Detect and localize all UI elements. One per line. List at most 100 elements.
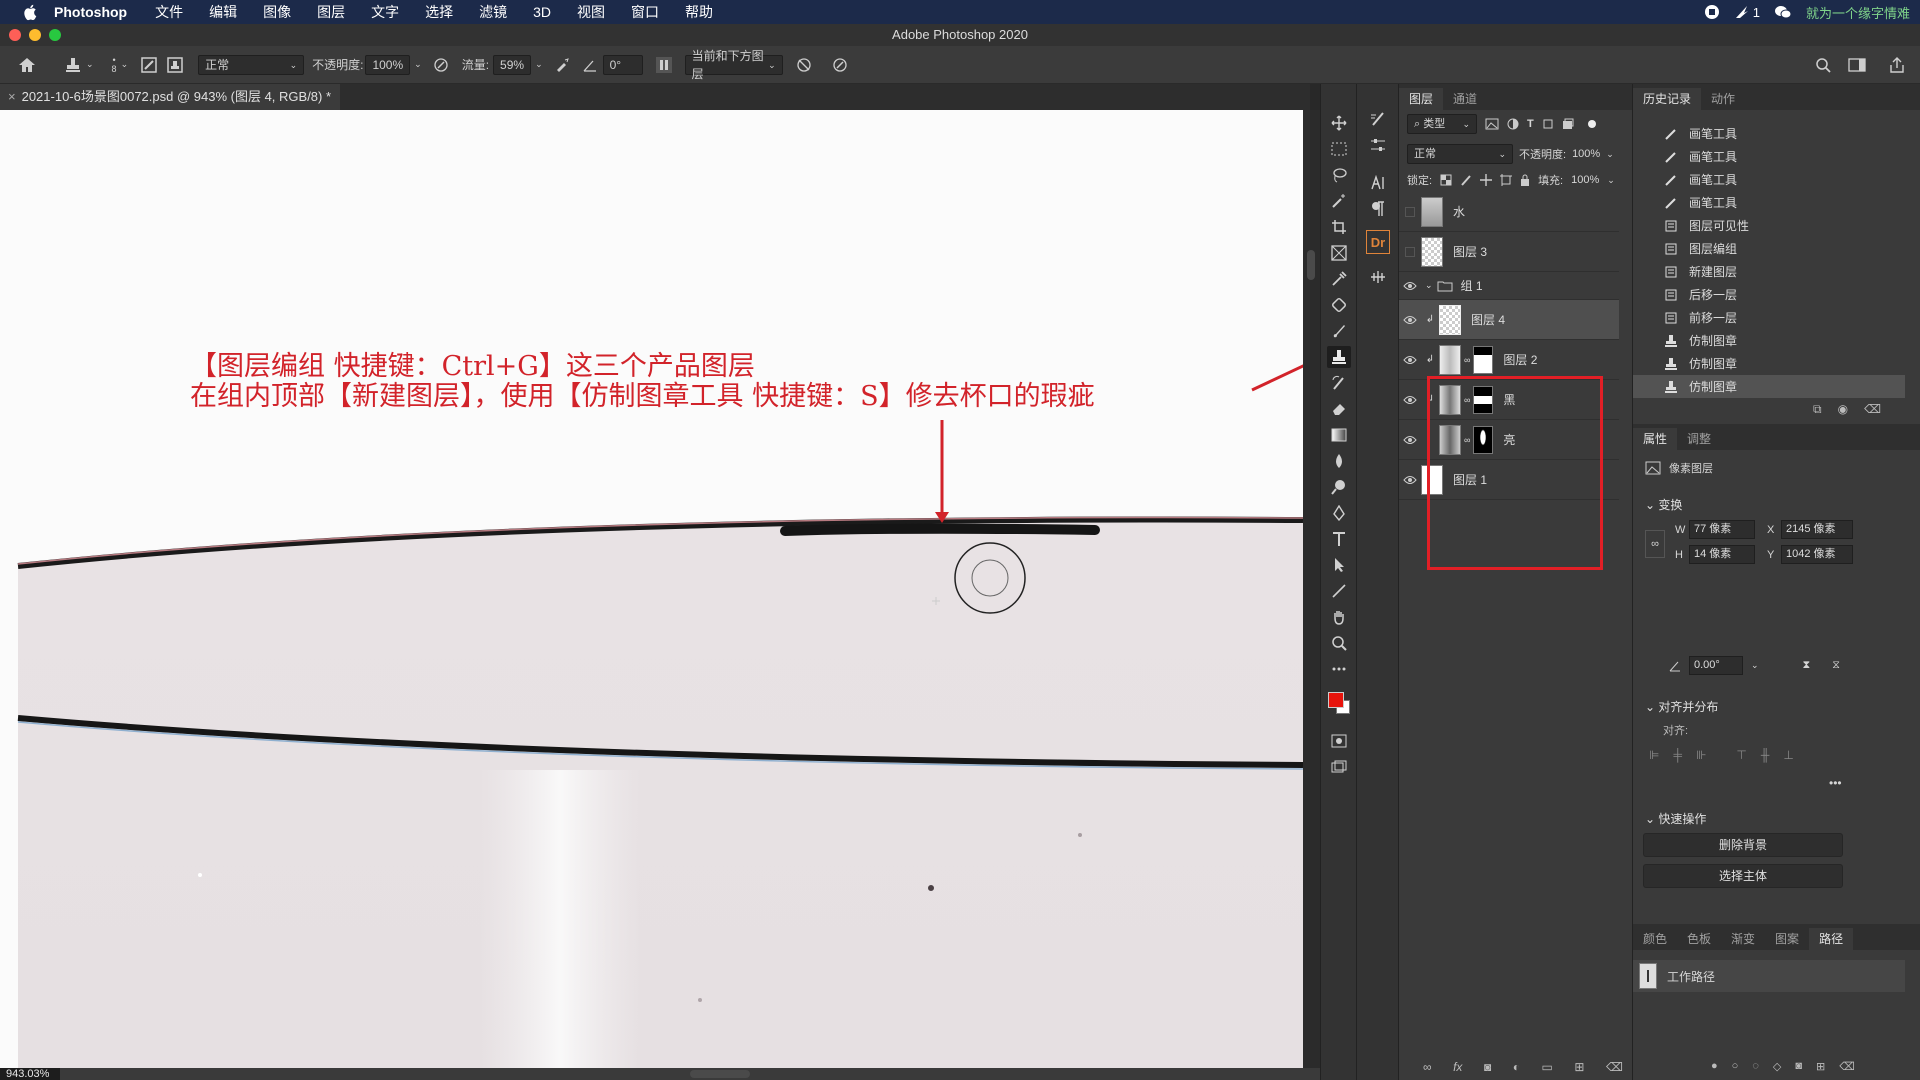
close-tab-icon[interactable]: ×: [8, 89, 16, 104]
history-item[interactable]: 画笔工具: [1633, 191, 1905, 214]
align-right-icon[interactable]: ⊪: [1696, 748, 1706, 762]
history-item[interactable]: 图层可见性: [1633, 214, 1905, 237]
delete-state-icon[interactable]: ⌫: [1864, 402, 1881, 417]
apple-icon[interactable]: [22, 3, 40, 21]
lock-position-icon[interactable]: [1480, 174, 1493, 186]
menu-image[interactable]: 图像: [263, 2, 291, 22]
share-icon[interactable]: [1886, 54, 1908, 76]
flip-horizontal-icon[interactable]: ⧗: [1803, 659, 1811, 672]
screen-mode-icon[interactable]: [1327, 756, 1351, 778]
maximize-window-icon[interactable]: [49, 29, 61, 41]
menu-3d[interactable]: 3D: [533, 4, 551, 20]
measurement-panel-icon[interactable]: [1366, 266, 1390, 288]
opacity-input[interactable]: 100%: [365, 54, 411, 75]
align-left-icon[interactable]: ⊫: [1649, 748, 1659, 762]
angle-input[interactable]: 0°: [602, 54, 643, 75]
notification-status[interactable]: 1: [1734, 4, 1760, 20]
history-item-current[interactable]: 仿制图章: [1633, 375, 1905, 398]
horizontal-scrollbar[interactable]: [0, 1068, 1320, 1080]
selection-to-path-icon[interactable]: ◇: [1773, 1060, 1781, 1073]
frame-tool-icon[interactable]: [1327, 242, 1351, 264]
new-document-from-state-icon[interactable]: ⧉: [1813, 402, 1822, 417]
align-center-h-icon[interactable]: ╪: [1673, 748, 1682, 762]
history-item[interactable]: 画笔工具: [1633, 168, 1905, 191]
eraser-tool-icon[interactable]: [1327, 398, 1351, 420]
filter-shape-icon[interactable]: [1542, 118, 1554, 130]
fill-value[interactable]: 100%: [1571, 174, 1599, 186]
align-bottom-icon[interactable]: ⊥: [1783, 748, 1793, 762]
move-tool-icon[interactable]: [1327, 112, 1351, 134]
opacity-dropdown-icon[interactable]: ⌄: [414, 59, 422, 70]
eye-icon[interactable]: [1399, 315, 1421, 325]
brush-settings-panel-icon[interactable]: [1366, 108, 1390, 130]
search-icon[interactable]: [1812, 54, 1834, 76]
blur-tool-icon[interactable]: [1327, 450, 1351, 472]
filter-smart-object-icon[interactable]: [1562, 118, 1574, 130]
hand-tool-icon[interactable]: [1327, 606, 1351, 628]
align-center-v-icon[interactable]: ╫: [1761, 748, 1770, 762]
quick-mask-icon[interactable]: [1327, 730, 1351, 752]
character-panel-icon[interactable]: [1366, 172, 1390, 194]
tab-history[interactable]: 历史记录: [1633, 88, 1702, 110]
delete-layer-icon[interactable]: ⌫: [1606, 1060, 1623, 1074]
zoom-tool-icon[interactable]: [1327, 632, 1351, 654]
tab-patterns[interactable]: 图案: [1765, 928, 1809, 950]
layer-opacity-value[interactable]: 100%: [1572, 148, 1600, 160]
tab-channels[interactable]: 通道: [1443, 88, 1487, 110]
brush-settings-icon[interactable]: [138, 54, 160, 76]
y-input[interactable]: 1042 像素: [1781, 545, 1853, 564]
sample-select[interactable]: 当前和下方图层 ⌄: [684, 49, 783, 81]
app-name[interactable]: Photoshop: [54, 4, 127, 20]
tab-gradients[interactable]: 渐变: [1721, 928, 1765, 950]
more-align-icon[interactable]: •••: [1829, 776, 1842, 790]
new-group-icon[interactable]: ▭: [1542, 1060, 1553, 1074]
align-top-icon[interactable]: ⊤: [1736, 748, 1746, 762]
layer-mask-thumbnail[interactable]: [1473, 345, 1494, 374]
link-dimensions-icon[interactable]: ∞: [1645, 530, 1665, 558]
visibility-toggle[interactable]: [1399, 206, 1421, 217]
tab-color[interactable]: 颜色: [1633, 928, 1677, 950]
lasso-tool-icon[interactable]: [1327, 164, 1351, 186]
pressure-opacity-icon[interactable]: [430, 54, 452, 76]
preset-dropdown-icon[interactable]: ⌄: [86, 59, 94, 70]
stroke-path-icon[interactable]: ○: [1732, 1060, 1739, 1073]
close-window-icon[interactable]: [9, 29, 21, 41]
record-icon[interactable]: [1704, 4, 1720, 20]
fx-icon[interactable]: fx: [1453, 1060, 1462, 1074]
magic-wand-tool-icon[interactable]: [1327, 190, 1351, 212]
clone-stamp-tool-icon[interactable]: [1327, 346, 1351, 368]
brush-dropdown-icon[interactable]: ⌄: [121, 59, 129, 70]
menu-layer[interactable]: 图层: [317, 2, 345, 22]
menu-window[interactable]: 窗口: [631, 2, 659, 22]
pen-tool-icon[interactable]: [1327, 502, 1351, 524]
history-item[interactable]: 图层编组: [1633, 237, 1905, 260]
delete-path-icon[interactable]: ⌫: [1839, 1060, 1855, 1073]
adjustments-panel-icon[interactable]: [1366, 134, 1390, 156]
home-icon[interactable]: [16, 54, 38, 76]
more-tools-icon[interactable]: [1327, 658, 1351, 680]
path-to-selection-icon[interactable]: ◌: [1752, 1060, 1759, 1073]
marquee-tool-icon[interactable]: [1327, 138, 1351, 160]
lock-artboard-icon[interactable]: [1500, 174, 1513, 186]
tab-adjustments[interactable]: 调整: [1677, 428, 1721, 450]
gradient-tool-icon[interactable]: [1327, 424, 1351, 446]
flow-dropdown-icon[interactable]: ⌄: [535, 59, 543, 70]
menu-type[interactable]: 文字: [371, 2, 399, 22]
add-mask-icon[interactable]: ◙: [1484, 1060, 1491, 1074]
menu-edit[interactable]: 编辑: [209, 2, 237, 22]
airbrush-icon[interactable]: [551, 54, 573, 76]
eye-icon[interactable]: [1399, 435, 1421, 445]
menu-file[interactable]: 文件: [155, 2, 183, 22]
menu-view[interactable]: 视图: [577, 2, 605, 22]
filter-type-icon[interactable]: T: [1527, 118, 1534, 130]
x-input[interactable]: 2145 像素: [1781, 520, 1853, 539]
layer-row[interactable]: ↲ ∞ 图层 2: [1399, 340, 1619, 380]
eye-icon[interactable]: [1399, 281, 1421, 291]
fill-dropdown-icon[interactable]: ⌄: [1607, 175, 1615, 186]
height-input[interactable]: 14 像素: [1689, 545, 1755, 564]
angle-dropdown-icon[interactable]: ⌄: [1751, 660, 1759, 671]
eye-icon[interactable]: [1399, 475, 1421, 485]
lock-pixels-icon[interactable]: [1460, 174, 1472, 186]
tab-properties[interactable]: 属性: [1633, 428, 1678, 450]
width-input[interactable]: 77 像素: [1689, 520, 1755, 539]
